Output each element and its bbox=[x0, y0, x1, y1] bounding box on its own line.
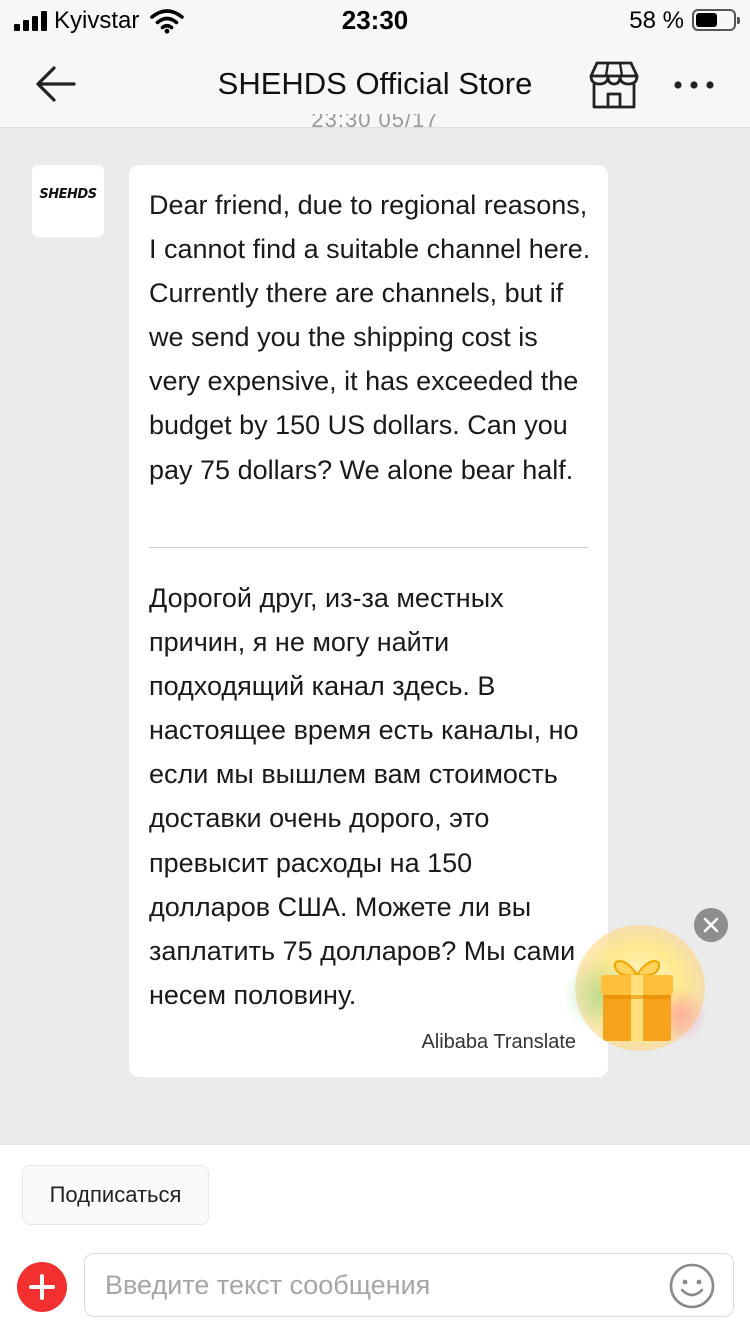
translation-credit: Alibaba Translate bbox=[421, 1031, 576, 1053]
page-title: SHEHDS Official Store bbox=[217, 66, 533, 101]
battery-icon bbox=[692, 9, 740, 31]
gift-icon bbox=[601, 960, 673, 1041]
previous-timestamp-text: 23:30 05/17 bbox=[311, 114, 439, 128]
add-attachment-icon[interactable] bbox=[17, 1262, 67, 1312]
message-input[interactable] bbox=[84, 1253, 734, 1317]
message-bubble[interactable]: Dear friend, due to regional reasons, I … bbox=[129, 165, 608, 1077]
message-original-text: Dear friend, due to regional reasons, I … bbox=[149, 190, 591, 485]
subscribe-button[interactable]: Подписаться bbox=[22, 1165, 209, 1225]
seller-logo: SHEHDS bbox=[39, 186, 97, 202]
more-options-icon[interactable] bbox=[672, 68, 716, 102]
status-bar: Kyivstar 23:30 58 % bbox=[0, 0, 750, 42]
storefront-icon[interactable] bbox=[588, 60, 640, 110]
battery-level bbox=[696, 13, 717, 27]
translation-divider bbox=[149, 547, 588, 548]
composer-area: Подписаться bbox=[0, 1144, 750, 1334]
emoji-icon[interactable] bbox=[668, 1262, 716, 1310]
battery-percent: 58 % bbox=[629, 7, 684, 34]
close-gift-icon[interactable] bbox=[694, 908, 728, 942]
back-arrow-icon[interactable] bbox=[34, 62, 78, 106]
message-translated-text: Дорогой друг, из-за местных причин, я не… bbox=[149, 583, 579, 1010]
previous-timestamp: 23:30 05/17 bbox=[0, 114, 750, 128]
top-bar: Kyivstar 23:30 58 % SHEHDS Official Stor… bbox=[0, 0, 750, 128]
seller-avatar[interactable]: SHEHDS bbox=[32, 165, 104, 237]
floating-gift-promo[interactable] bbox=[565, 925, 710, 1055]
